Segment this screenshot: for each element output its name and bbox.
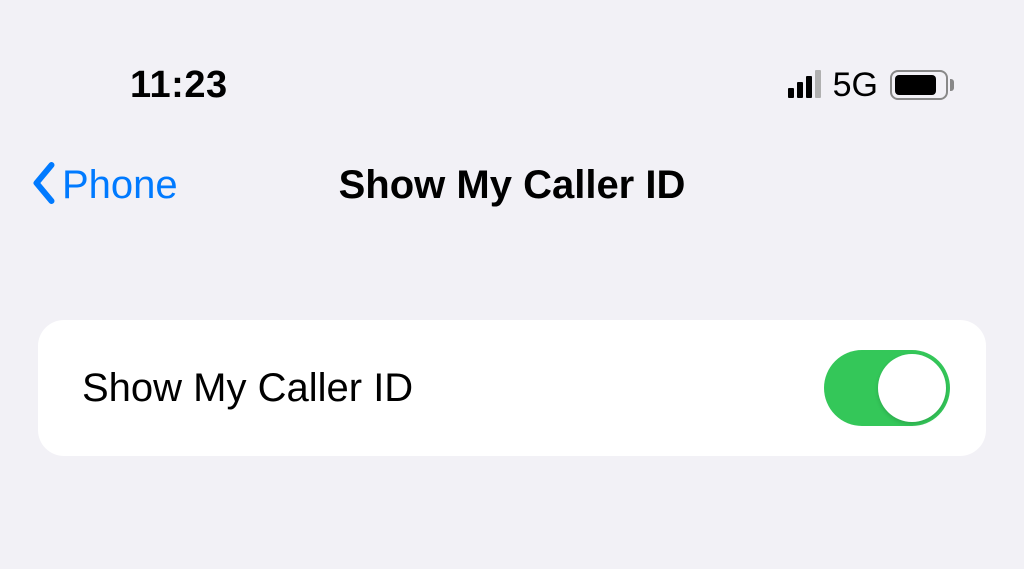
network-type: 5G [833,66,878,105]
chevron-left-icon [30,162,58,209]
back-label: Phone [62,163,178,208]
back-button[interactable]: Phone [30,162,178,209]
content-area: Show My Caller ID [0,210,1024,456]
toggle-knob [878,354,946,422]
page-title: Show My Caller ID [339,163,686,208]
cellular-signal-icon [788,72,821,98]
status-indicators: 5G [788,66,954,105]
battery-icon [890,70,954,100]
status-time: 11:23 [130,64,228,107]
caller-id-toggle[interactable] [824,350,950,426]
navigation-bar: Phone Show My Caller ID [0,120,1024,210]
caller-id-label: Show My Caller ID [82,366,413,411]
caller-id-row: Show My Caller ID [38,320,986,456]
status-bar: 11:23 5G [0,0,1024,120]
